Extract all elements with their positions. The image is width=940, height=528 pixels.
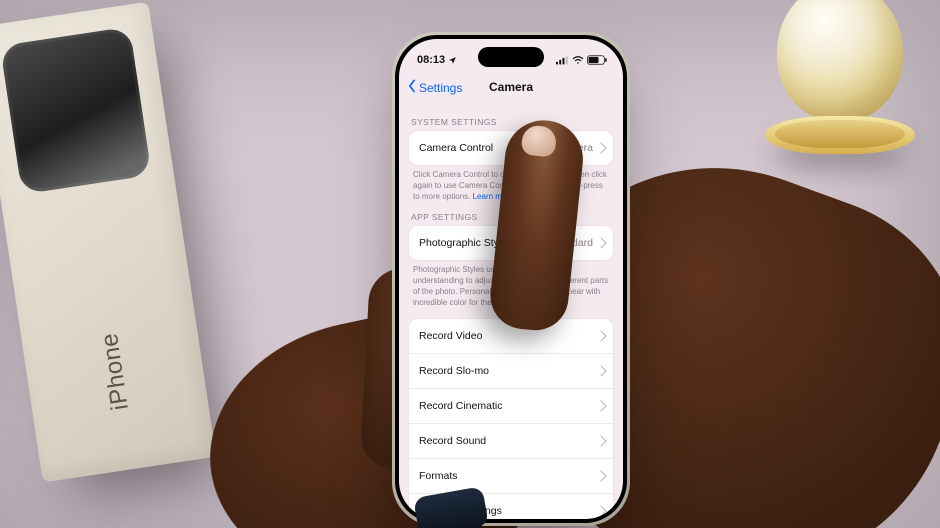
row-record-cinematic[interactable]: Record Cinematic — [409, 388, 613, 423]
dynamic-island — [478, 47, 544, 67]
chevron-right-icon — [595, 470, 606, 481]
chevron-right-icon — [595, 505, 606, 516]
iphone-retail-box: iPhone — [0, 2, 216, 483]
wifi-icon — [572, 56, 584, 65]
location-icon — [448, 56, 457, 65]
row-label: Record Video — [419, 330, 482, 342]
row-label: Record Cinematic — [419, 400, 502, 412]
row-label: Record Slo-mo — [419, 365, 489, 377]
page-title: Camera — [399, 80, 623, 94]
chevron-right-icon — [595, 330, 606, 341]
box-brand-label: iPhone — [95, 331, 134, 412]
chevron-right-icon — [595, 435, 606, 446]
row-record-slomo[interactable]: Record Slo-mo — [409, 353, 613, 388]
chevron-right-icon — [595, 365, 606, 376]
row-label: Record Sound — [419, 435, 486, 447]
battery-icon — [587, 55, 607, 65]
chevron-right-icon — [595, 238, 606, 249]
row-label: Formats — [419, 470, 458, 482]
camera-options-card: Record Video Record Slo-mo Record Cinema… — [409, 319, 613, 519]
nav-bar: Settings Camera — [399, 77, 623, 107]
row-label: Camera Control — [419, 142, 493, 154]
row-record-sound[interactable]: Record Sound — [409, 423, 613, 458]
cellular-icon — [556, 56, 569, 65]
section-header-system: SYSTEM SETTINGS — [411, 117, 611, 127]
chevron-right-icon — [595, 142, 606, 153]
status-time: 08:13 — [417, 54, 445, 66]
row-formats[interactable]: Formats — [409, 458, 613, 493]
desk-clock-object — [765, 0, 915, 162]
chevron-right-icon — [595, 400, 606, 411]
